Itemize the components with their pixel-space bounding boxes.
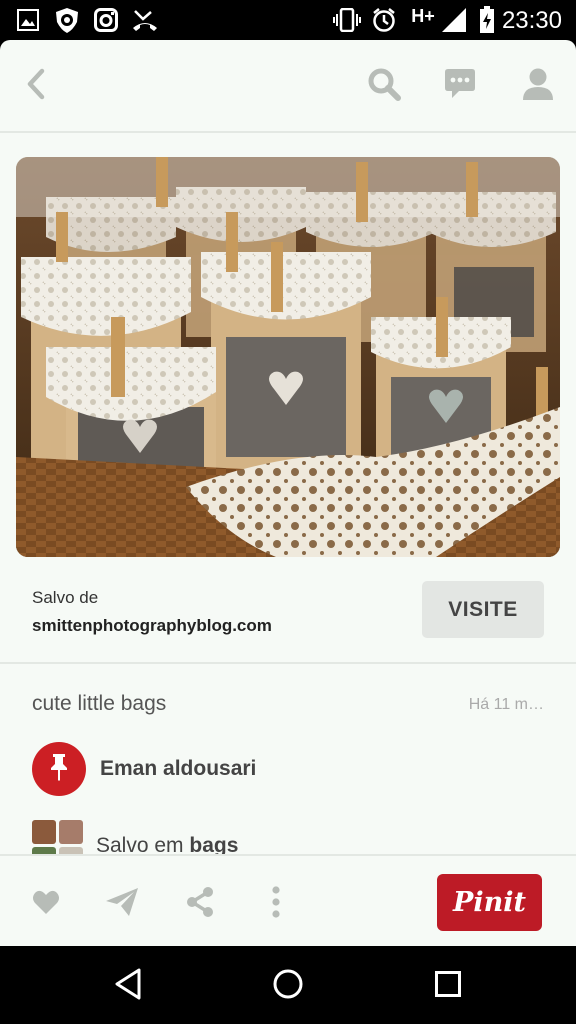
source-domain-link[interactable]: smittenphotographyblog.com [32, 616, 272, 636]
send-button[interactable] [102, 884, 142, 924]
top-bar [0, 40, 576, 133]
saved-from-label: Salvo de [32, 588, 99, 607]
send-icon [105, 887, 139, 922]
alarm-icon [370, 6, 398, 34]
avatar [32, 742, 86, 796]
search-button[interactable] [362, 64, 406, 108]
vibrate-icon [332, 6, 362, 34]
nav-back-button[interactable] [106, 964, 150, 1008]
instagram-icon [92, 6, 120, 34]
back-icon [24, 68, 48, 105]
nav-home-button[interactable] [266, 964, 310, 1008]
back-button[interactable] [14, 64, 58, 108]
battery-icon [476, 6, 498, 34]
saved-from: Salvo de smittenphotographyblog.com [32, 588, 272, 636]
share-button[interactable] [180, 884, 220, 924]
action-bar: Pinit [0, 854, 576, 946]
pin-detail-card: Salvo de smittenphotographyblog.com VISI… [0, 40, 576, 946]
search-icon [367, 67, 401, 106]
pin-photo [16, 157, 560, 557]
signal-icon [440, 6, 468, 34]
nav-home-icon [272, 968, 304, 1005]
heart-icon [32, 889, 60, 920]
image-icon [14, 6, 42, 34]
shield-icon [50, 6, 84, 34]
profile-button[interactable] [516, 64, 560, 108]
nav-recents-button[interactable] [426, 964, 470, 1008]
pin-it-button[interactable]: Pinit [437, 874, 542, 931]
pinner-name: Eman aldousari [100, 757, 257, 780]
divider [0, 662, 576, 664]
clock: 23:30 [501, 7, 562, 34]
pushpin-icon [49, 753, 69, 786]
navigation-bar [0, 946, 576, 1024]
status-bar: H+ 23:30 [0, 0, 576, 40]
profile-icon [522, 67, 554, 106]
nav-recents-icon [434, 970, 462, 1003]
share-icon [185, 886, 215, 923]
pinner-row[interactable]: Eman aldousari [32, 742, 392, 796]
more-vertical-icon [271, 885, 281, 923]
pin-image[interactable] [16, 157, 560, 557]
pin-description: cute little bags [32, 692, 167, 715]
pin-time-ago: Há 11 m… [468, 696, 544, 713]
missed-call-icon [130, 6, 160, 34]
visit-button[interactable]: VISITE [422, 581, 544, 638]
nav-back-icon [113, 967, 143, 1006]
messages-button[interactable] [438, 64, 482, 108]
like-button[interactable] [26, 884, 66, 924]
more-button[interactable] [256, 884, 296, 924]
network-type: H+ [411, 6, 435, 26]
board-thumbnails [32, 820, 84, 857]
chat-icon [443, 68, 477, 105]
